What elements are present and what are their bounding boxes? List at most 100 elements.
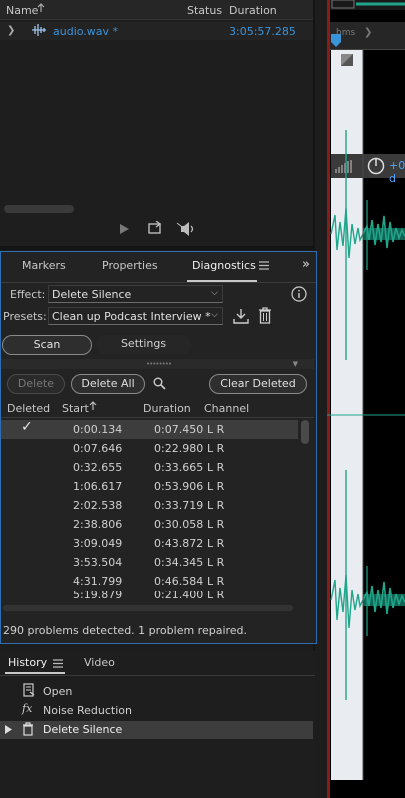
delete-all-button[interactable]: Delete All bbox=[71, 374, 145, 394]
fx-icon: fx bbox=[22, 702, 33, 715]
open-file-icon bbox=[22, 683, 36, 700]
channel-column-header[interactable]: Channel bbox=[204, 402, 249, 415]
expand-caret-icon[interactable]: ❯ bbox=[7, 25, 15, 36]
tab-markers[interactable]: Markers bbox=[22, 259, 66, 272]
effect-select[interactable]: Delete Silence ⌵ bbox=[48, 285, 223, 303]
row-start: 0:07.646 bbox=[73, 442, 123, 455]
table-horizontal-scrollbar[interactable] bbox=[3, 605, 293, 611]
info-icon[interactable] bbox=[291, 286, 307, 305]
row-channel: L R bbox=[207, 556, 225, 569]
history-item-label: Open bbox=[43, 685, 73, 698]
row-duration: 0:53.906 bbox=[154, 480, 204, 493]
arrow-up-icon bbox=[89, 401, 97, 414]
audio-waveform bbox=[327, 50, 405, 780]
presets-label: Presets: bbox=[3, 310, 47, 323]
files-scrollbar[interactable] bbox=[4, 205, 74, 213]
loop-icon[interactable] bbox=[147, 220, 163, 238]
chevron-down-icon: ⌵ bbox=[211, 310, 218, 320]
table-row[interactable]: 4:31.799 0:46.584 L R bbox=[1, 572, 298, 591]
file-row[interactable]: ❯ audio.wav * 3:05:57.285 bbox=[0, 22, 313, 40]
panel-menu-icon[interactable] bbox=[259, 260, 269, 273]
row-duration: 0:33.665 bbox=[154, 461, 204, 474]
trash-icon bbox=[22, 722, 34, 739]
table-row[interactable]: 5:19.879 0:21.400 L R bbox=[1, 591, 298, 603]
row-channel: L R bbox=[207, 518, 225, 531]
start-column-header[interactable]: Start bbox=[62, 402, 89, 415]
row-channel: L R bbox=[207, 537, 225, 550]
history-item-noise-reduction[interactable]: fx Noise Reduction bbox=[0, 702, 313, 720]
collapse-triangle-icon[interactable]: ▼ bbox=[293, 360, 298, 368]
files-header: Name Status Duration bbox=[0, 0, 313, 20]
status-column-header[interactable]: Status bbox=[187, 4, 222, 17]
duration-column-header[interactable]: Duration bbox=[229, 4, 277, 17]
search-icon[interactable] bbox=[153, 377, 166, 393]
row-start: 2:02.538 bbox=[73, 499, 123, 512]
row-duration: 0:22.980 bbox=[154, 442, 204, 455]
table-row[interactable]: 3:53.504 0:34.345 L R bbox=[1, 553, 298, 572]
save-preset-icon[interactable] bbox=[233, 308, 249, 327]
presets-select[interactable]: Clean up Podcast Interview * ⌵ bbox=[48, 307, 223, 325]
table-vertical-scrollbar[interactable] bbox=[301, 420, 309, 444]
table-row[interactable]: 0:32.655 0:33.665 L R bbox=[1, 458, 298, 477]
row-duration: 0:43.872 bbox=[154, 537, 204, 550]
file-name: audio.wav * bbox=[53, 25, 119, 38]
grip-dots-icon: •••••••• bbox=[146, 360, 172, 368]
row-start: 0:00.134 bbox=[73, 423, 123, 436]
speaker-icon[interactable] bbox=[176, 221, 198, 240]
waveform-editor[interactable]: hms ❯ +0 d bbox=[327, 0, 405, 798]
settings-button[interactable]: Settings bbox=[96, 335, 191, 355]
active-tab-indicator bbox=[5, 672, 65, 674]
section-resize-handle[interactable]: •••••••• ▼ bbox=[1, 359, 314, 369]
table-row[interactable]: 0:07.646 0:22.980 L R bbox=[1, 439, 298, 458]
row-start: 2:38.806 bbox=[73, 518, 123, 531]
effect-label: Effect: bbox=[10, 288, 46, 301]
row-channel: L R bbox=[207, 575, 225, 588]
overflow-chevrons-icon[interactable]: » bbox=[302, 257, 310, 272]
table-row[interactable]: ✓ 0:00.134 0:07.450 L R bbox=[1, 419, 298, 439]
history-item-label: Noise Reduction bbox=[43, 704, 132, 717]
row-duration: 0:07.450 bbox=[154, 423, 204, 436]
files-panel: Name Status Duration ❯ audio.wav * 3:05:… bbox=[0, 0, 315, 246]
row-channel: L R bbox=[207, 480, 225, 493]
tab-diagnostics[interactable]: Diagnostics bbox=[192, 259, 256, 272]
row-channel: L R bbox=[207, 423, 225, 436]
play-icon[interactable] bbox=[119, 223, 130, 238]
history-item-delete-silence[interactable]: Delete Silence bbox=[0, 721, 313, 739]
panel-divider-horizontal[interactable] bbox=[0, 246, 315, 250]
row-duration: 0:21.400 bbox=[154, 591, 204, 601]
preview-controls bbox=[0, 220, 313, 241]
row-channel: L R bbox=[207, 461, 225, 474]
delete-preset-icon[interactable] bbox=[258, 307, 272, 327]
table-row[interactable]: 1:06.617 0:53.906 L R bbox=[1, 477, 298, 496]
tab-properties[interactable]: Properties bbox=[102, 259, 158, 272]
scan-button[interactable]: Scan bbox=[2, 335, 92, 355]
current-state-play-icon bbox=[4, 724, 13, 738]
row-start: 3:09.049 bbox=[73, 537, 123, 550]
row-start: 5:19.879 bbox=[73, 591, 123, 601]
row-start: 0:32.655 bbox=[73, 461, 123, 474]
panel-menu-icon[interactable] bbox=[53, 658, 63, 671]
delete-button[interactable]: Delete bbox=[7, 374, 65, 394]
effect-select-value: Delete Silence bbox=[52, 288, 132, 301]
row-duration: 0:46.584 bbox=[154, 575, 204, 588]
clear-deleted-button[interactable]: Clear Deleted bbox=[209, 374, 307, 394]
name-column-header[interactable]: Name bbox=[6, 4, 38, 17]
row-channel: L R bbox=[207, 442, 225, 455]
duration-column-header[interactable]: Duration bbox=[143, 402, 191, 415]
diagnostics-panel: Markers Properties Diagnostics » Effect:… bbox=[0, 251, 317, 644]
diagnostics-status: 290 problems detected. 1 problem repaire… bbox=[3, 624, 248, 637]
deleted-column-header[interactable]: Deleted bbox=[7, 402, 50, 415]
tabs-divider bbox=[1, 282, 316, 283]
tabs-divider bbox=[0, 675, 315, 676]
presets-select-value: Clean up Podcast Interview * bbox=[52, 310, 211, 323]
file-duration: 3:05:57.285 bbox=[229, 25, 296, 38]
history-panel: History Video Open fx Noise Reduction De… bbox=[0, 651, 315, 798]
history-item-open[interactable]: Open bbox=[0, 683, 313, 701]
table-row[interactable]: 2:38.806 0:30.058 L R bbox=[1, 515, 298, 534]
tab-video[interactable]: Video bbox=[84, 656, 115, 669]
deleted-check-icon: ✓ bbox=[21, 419, 33, 435]
table-row[interactable]: 2:02.538 0:33.719 L R bbox=[1, 496, 298, 515]
table-row[interactable]: 3:09.049 0:43.872 L R bbox=[1, 534, 298, 553]
tab-history[interactable]: History bbox=[8, 656, 47, 669]
chevron-down-icon: ⌵ bbox=[211, 288, 218, 298]
